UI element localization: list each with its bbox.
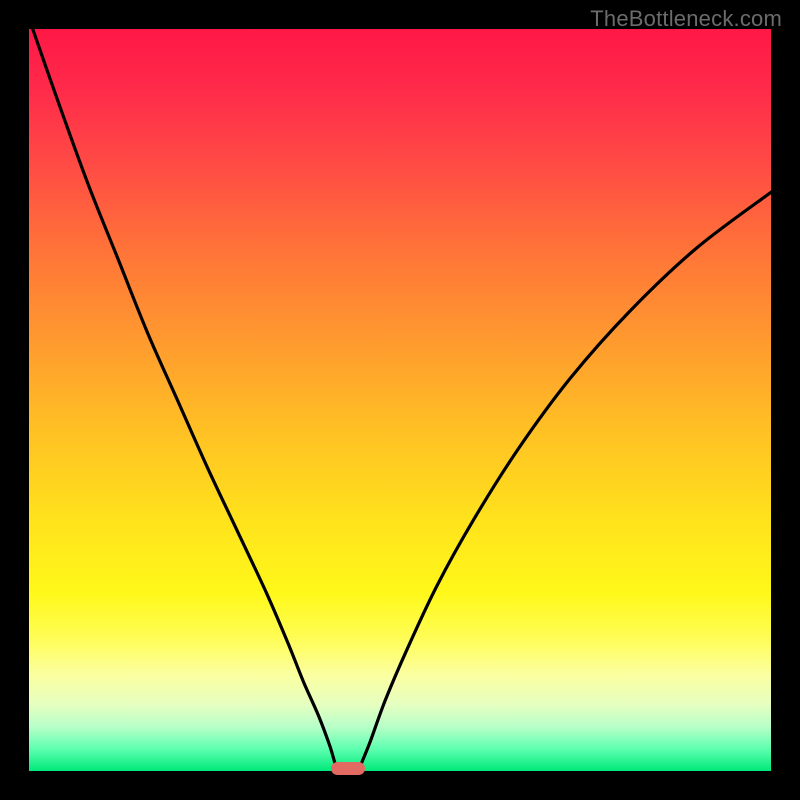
attribution-text: TheBottleneck.com: [590, 6, 782, 32]
plot-area: [29, 29, 771, 771]
chart-frame: TheBottleneck.com: [0, 0, 800, 800]
minimum-marker: [331, 762, 365, 775]
